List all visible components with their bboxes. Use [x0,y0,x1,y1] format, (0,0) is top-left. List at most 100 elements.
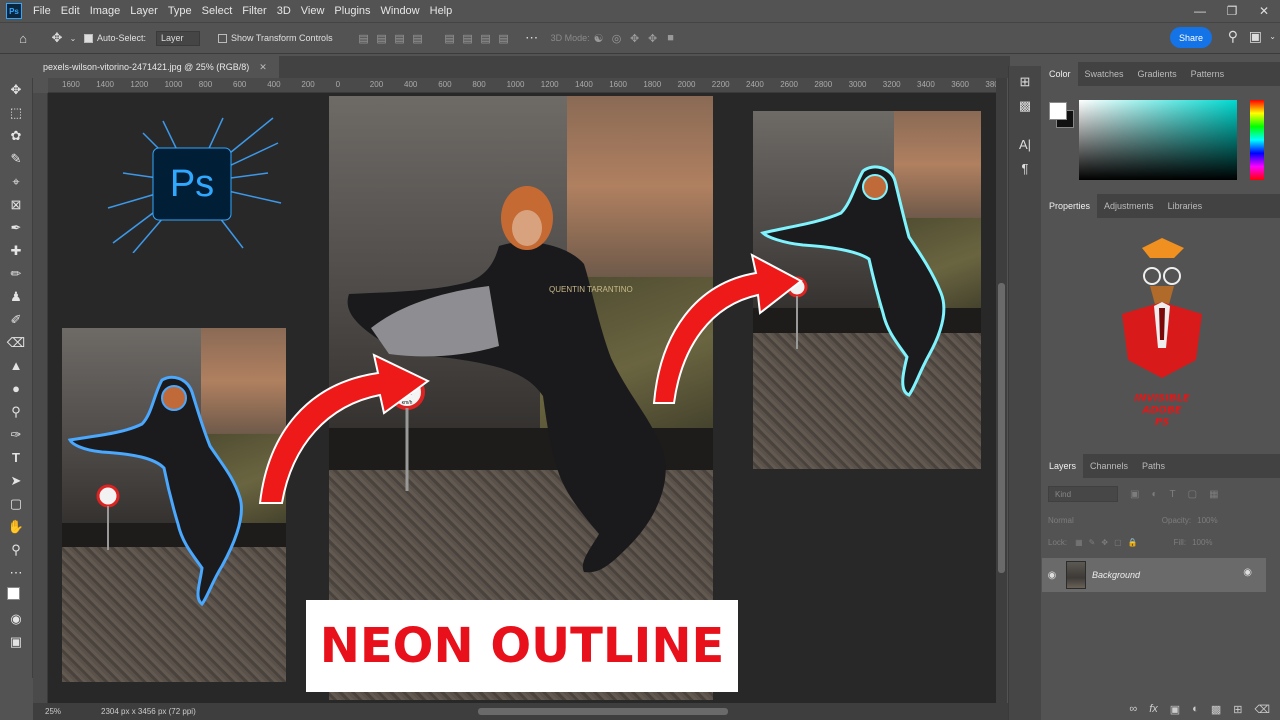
tab-swatches[interactable]: Swatches [1078,62,1131,86]
tab-color[interactable]: Color [1042,62,1078,86]
filter-shape-icon[interactable]: ▢ [1188,489,1197,500]
type-tool-icon[interactable]: T [0,446,32,469]
eraser-tool-icon[interactable]: ⌫ [0,331,32,354]
3d-orbit-icon[interactable]: ☯ [590,28,608,48]
opacity-value[interactable]: 100% [1197,516,1217,525]
stamp-tool-icon[interactable]: ♟ [0,285,32,308]
auto-select-checkbox[interactable] [84,33,93,43]
lasso-tool-icon[interactable]: ✿ [0,124,32,147]
menu-filter[interactable]: Filter [237,5,271,17]
foreground-color-swatch[interactable] [1049,102,1067,120]
marquee-tool-icon[interactable]: ⬚ [0,101,32,124]
document-tab[interactable]: pexels-wilson-vitorino-2471421.jpg @ 25%… [33,56,279,78]
screen-mode-icon[interactable]: ▣ [0,630,32,653]
tab-libraries[interactable]: Libraries [1161,194,1210,218]
zoom-tool-icon[interactable]: ⚲ [0,538,32,561]
blend-mode-select[interactable]: Normal [1048,516,1074,525]
delete-layer-icon[interactable]: ⌫ [1254,703,1270,716]
align-top-icon[interactable]: ▤ [441,28,459,48]
menu-window[interactable]: Window [376,5,425,17]
minimize-icon[interactable]: — [1184,0,1216,22]
tab-close-icon[interactable]: ✕ [259,62,267,73]
more-options-icon[interactable]: ⋯ [521,27,543,49]
menu-image[interactable]: Image [85,5,126,17]
align-bottom-icon[interactable]: ▤ [477,28,495,48]
history-icon[interactable]: ⊞ [1009,70,1041,94]
3d-roll-icon[interactable]: ◎ [608,28,626,48]
move-tool-icon[interactable]: ✥ [46,27,68,49]
menu-help[interactable]: Help [425,5,458,17]
move-tool-icon[interactable]: ✥ [0,78,32,101]
quick-mask-icon[interactable]: ◉ [0,607,32,630]
color-picker-field[interactable] [1079,100,1237,180]
menu-layer[interactable]: Layer [125,5,163,17]
tab-paths[interactable]: Paths [1135,454,1172,478]
tab-gradients[interactable]: Gradients [1131,62,1184,86]
menu-3d[interactable]: 3D [272,5,296,17]
character-icon[interactable]: A| [1009,132,1041,156]
layer-filter-input[interactable]: Kind [1048,486,1118,502]
menu-file[interactable]: File [28,5,56,17]
comments-icon[interactable]: ▩ [1009,94,1041,118]
workspace-chevron-icon[interactable]: ⌄ [1269,32,1276,41]
hue-slider[interactable] [1250,100,1264,180]
pen-tool-icon[interactable]: ✑ [0,423,32,446]
transform-controls-checkbox[interactable] [218,33,228,43]
home-icon[interactable]: ⌂ [12,27,34,49]
align-center-icon[interactable]: ▤ [373,28,391,48]
tab-layers[interactable]: Layers [1042,454,1084,478]
brush-tool-icon[interactable]: ✏ [0,262,32,285]
document-canvas[interactable]: Ps QUENTIN TARANTINO 10 km/h [48,93,996,703]
color-swatches-icon[interactable] [0,584,32,607]
share-button[interactable]: Share [1170,27,1212,48]
filter-smart-icon[interactable]: ▦ [1209,489,1218,500]
zoom-level[interactable]: 25% [45,707,61,716]
dodge-tool-icon[interactable]: ⚲ [0,400,32,423]
3d-pan-icon[interactable]: ✥ [626,28,644,48]
tab-channels[interactable]: Channels [1083,454,1135,478]
filter-pixel-icon[interactable]: ▣ [1130,489,1139,500]
tab-adjustments[interactable]: Adjustments [1097,194,1161,218]
paint-bucket-icon[interactable]: ▲ [0,354,32,377]
menu-type[interactable]: Type [163,5,197,17]
filter-adjust-icon[interactable]: ◐ [1151,489,1157,500]
align-left-icon[interactable]: ▤ [355,28,373,48]
tab-patterns[interactable]: Patterns [1184,62,1232,86]
blur-tool-icon[interactable]: ● [0,377,32,400]
fill-value[interactable]: 100% [1192,538,1212,547]
paragraph-icon[interactable]: ¶ [1009,156,1041,180]
menu-edit[interactable]: Edit [56,5,85,17]
crop-tool-icon[interactable]: ⌖ [0,170,32,193]
3d-camera-icon[interactable]: ■ [662,28,680,48]
lock-icons[interactable]: ▦✎✥▢🔒 [1075,538,1143,547]
link-layers-icon[interactable]: ∞ [1129,703,1137,715]
history-brush-icon[interactable]: ✐ [0,308,32,331]
workspace-icon[interactable]: ▣ [1249,28,1262,45]
frame-tool-icon[interactable]: ⊠ [0,193,32,216]
vertical-scrollbar[interactable] [996,78,1007,703]
restore-icon[interactable]: ❐ [1216,0,1248,22]
3d-slide-icon[interactable]: ✥ [644,28,662,48]
filter-type-icon[interactable]: T [1170,489,1176,500]
menu-plugins[interactable]: Plugins [329,5,375,17]
layer-style-icon[interactable]: fx [1149,703,1158,715]
search-icon[interactable]: ⚲ [1228,28,1238,45]
align-middle-icon[interactable]: ▤ [459,28,477,48]
new-layer-icon[interactable]: ⊞ [1233,703,1242,716]
layer-mask-icon[interactable]: ▣ [1170,703,1180,716]
healing-tool-icon[interactable]: ✚ [0,239,32,262]
layer-lock-icon[interactable]: ◉ [1243,567,1252,578]
layer-row-background[interactable]: ◉ Background ◉ [1042,558,1266,592]
menu-view[interactable]: View [296,5,330,17]
tab-properties[interactable]: Properties [1042,194,1098,218]
visibility-eye-icon[interactable]: ◉ [1042,570,1062,581]
auto-select-dropdown[interactable]: Layer [156,30,201,46]
eyedropper-tool-icon[interactable]: ✒ [0,216,32,239]
align-right-icon[interactable]: ▤ [391,28,409,48]
rectangle-tool-icon[interactable]: ▢ [0,492,32,515]
more-tools-icon[interactable]: ⋯ [0,561,32,584]
distribute-icon[interactable]: ▤ [495,28,513,48]
vertical-scroll-thumb[interactable] [998,283,1005,573]
path-select-icon[interactable]: ➤ [0,469,32,492]
adjustment-layer-icon[interactable]: ◐ [1192,703,1199,715]
